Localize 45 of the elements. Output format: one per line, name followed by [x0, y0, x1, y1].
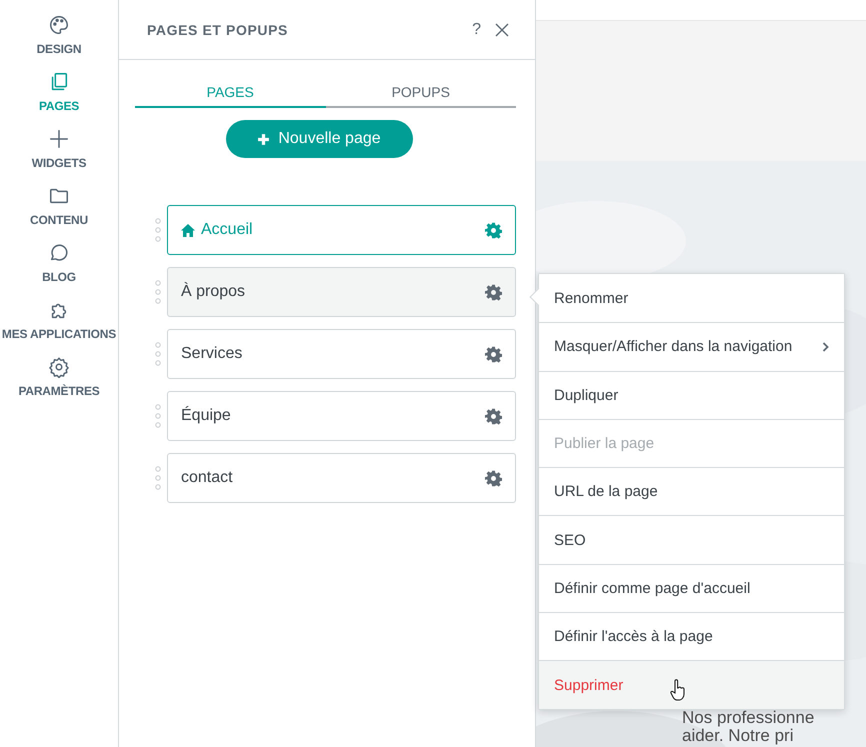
settings-icon[interactable] — [485, 470, 502, 486]
settings-icon[interactable] — [485, 408, 502, 424]
hand-cursor-icon — [670, 679, 686, 702]
chevron-right-icon — [822, 342, 829, 352]
settings-icon[interactable] — [485, 346, 502, 362]
menu-item[interactable]: Définir comme page d'accueil — [539, 564, 844, 612]
sidebar-item[interactable]: CONTENU — [30, 185, 88, 227]
menu-item[interactable]: Supprimer — [539, 660, 844, 709]
sidebar-item[interactable]: PAGES — [38, 71, 80, 113]
tab[interactable]: PAGES — [135, 84, 326, 108]
plus-icon — [257, 132, 270, 146]
page-item[interactable]: Accueil — [167, 205, 516, 255]
menu-item[interactable]: SEO — [539, 515, 844, 564]
drag-handle-icon[interactable] — [155, 280, 161, 304]
drag-handle-icon[interactable] — [155, 218, 161, 242]
drag-handle-icon[interactable] — [155, 342, 161, 366]
help-button[interactable]: ? — [472, 20, 481, 38]
drag-handle-icon[interactable] — [155, 466, 161, 490]
drag-handle-icon[interactable] — [155, 404, 161, 428]
page-item[interactable]: À propos — [167, 267, 516, 317]
page-item[interactable]: Équipe — [167, 391, 516, 441]
sidebar-item[interactable]: BLOG — [42, 242, 76, 284]
page-item[interactable]: contact — [167, 453, 516, 503]
menu-item[interactable]: Définir l'accès à la page — [539, 612, 844, 660]
hero-text: Nos professionne — [682, 709, 814, 727]
menu-item[interactable]: Masquer/Afficher dans la navigation — [539, 322, 844, 371]
plus-icon — [48, 128, 70, 150]
sidebar-item[interactable]: WIDGETS — [32, 128, 86, 170]
hero-text: aider. Notre pri — [682, 727, 794, 745]
tab[interactable]: POPUPS — [326, 84, 516, 108]
home-icon — [181, 224, 195, 236]
page-item[interactable]: Services — [167, 329, 516, 379]
settings-icon[interactable] — [485, 284, 502, 300]
settings-icon[interactable] — [485, 222, 502, 238]
menu-item[interactable]: Dupliquer — [539, 370, 844, 419]
sidebar-item[interactable]: PARAMÈTRES — [18, 356, 100, 398]
menu-item[interactable]: URL de la page — [539, 467, 844, 516]
sidebar-item[interactable]: MES APPLICATIONS — [2, 299, 116, 341]
panel-title: PAGES ET POPUPS — [147, 22, 289, 38]
menu-item[interactable]: Renommer — [539, 274, 844, 322]
close-button[interactable] — [495, 22, 509, 36]
settings-icon — [48, 356, 70, 378]
palette-icon — [48, 14, 70, 36]
new-page-button[interactable]: Nouvelle page — [226, 120, 412, 158]
sidebar-item[interactable]: DESIGN — [36, 14, 82, 56]
